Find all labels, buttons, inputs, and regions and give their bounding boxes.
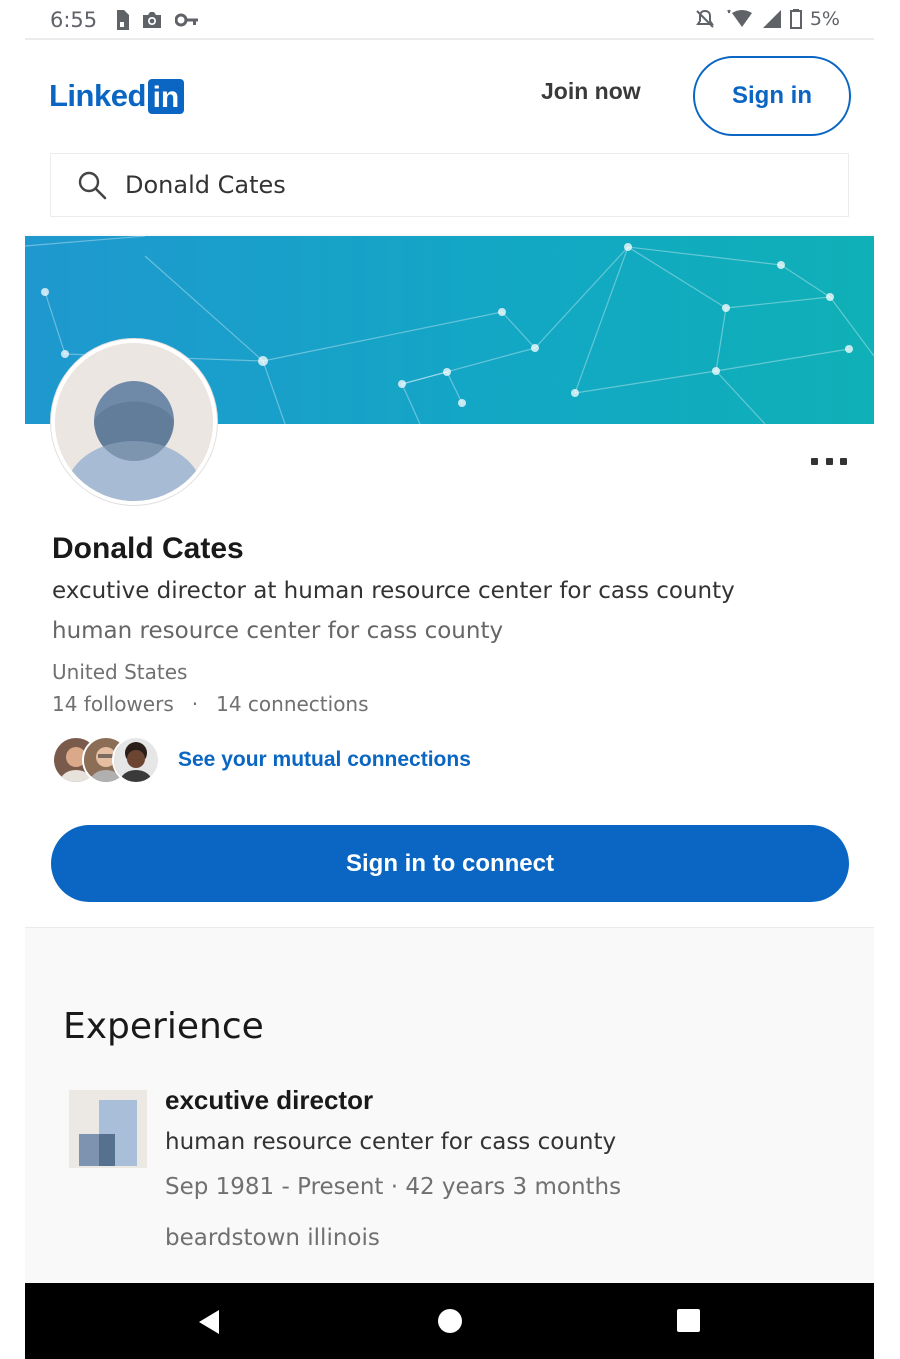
search-value: Donald Cates: [125, 171, 286, 199]
experience-location: beardstown illinois: [165, 1225, 380, 1251]
top-header: Linked in Join now Sign in Donald Cates: [25, 40, 874, 234]
home-icon[interactable]: [438, 1309, 462, 1333]
stats-separator: ·: [191, 692, 199, 716]
profile-avatar: [51, 339, 217, 505]
status-bar: 6:55 5%: [25, 0, 874, 40]
experience-company[interactable]: human resource center for cass county: [165, 1129, 616, 1155]
company-logo[interactable]: [69, 1090, 147, 1168]
profile-company[interactable]: human resource center for cass county: [52, 618, 503, 644]
logo-box: in: [147, 78, 184, 114]
back-icon[interactable]: [195, 1307, 225, 1337]
sign-in-button[interactable]: Sign in: [693, 56, 851, 136]
join-now-link[interactable]: Join now: [541, 78, 641, 105]
mutual-avatar: [112, 736, 160, 784]
signal-icon: [762, 10, 781, 28]
camera-icon: [143, 12, 161, 28]
status-time: 6:55: [50, 8, 98, 32]
search-input[interactable]: Donald Cates: [50, 153, 849, 217]
battery-icon: [789, 9, 802, 29]
battery-percent: 5%: [809, 8, 840, 30]
wifi-icon: [727, 9, 752, 27]
sign-in-to-connect-button[interactable]: Sign in to connect: [51, 825, 849, 902]
more-options-icon[interactable]: [811, 454, 847, 468]
profile-headline: excutive director at human resource cent…: [52, 578, 735, 604]
experience-title: excutive director: [165, 1085, 374, 1115]
profile-stats: 14 followers · 14 connections: [52, 692, 369, 716]
mutual-connections-link[interactable]: See your mutual connections: [178, 748, 471, 772]
status-right-icons: 5%: [694, 8, 840, 30]
android-nav-bar: [25, 1283, 874, 1359]
logo-text: Linked: [49, 78, 146, 113]
experience-dates: Sep 1981 - Present · 42 years 3 months: [165, 1174, 622, 1200]
mutual-connections-row[interactable]: See your mutual connections: [52, 736, 471, 784]
recents-icon[interactable]: [677, 1309, 700, 1332]
key-icon: [175, 13, 198, 27]
followers-count: 14 followers: [52, 692, 174, 716]
experience-heading: Experience: [63, 1006, 264, 1047]
search-icon: [78, 171, 107, 200]
sim-icon: [117, 10, 129, 30]
profile-location: United States: [52, 660, 188, 684]
linkedin-mobile-screen: 6:55 5% Linked in Join now Sign in Donal…: [25, 0, 874, 1359]
profile-name: Donald Cates: [52, 532, 244, 565]
connections-count: 14 connections: [216, 692, 369, 716]
mute-icon: [695, 9, 714, 28]
linkedin-logo[interactable]: Linked in: [49, 78, 184, 114]
status-left-icons: [115, 10, 199, 30]
profile-card: Donald Cates excutive director at human …: [25, 236, 874, 928]
